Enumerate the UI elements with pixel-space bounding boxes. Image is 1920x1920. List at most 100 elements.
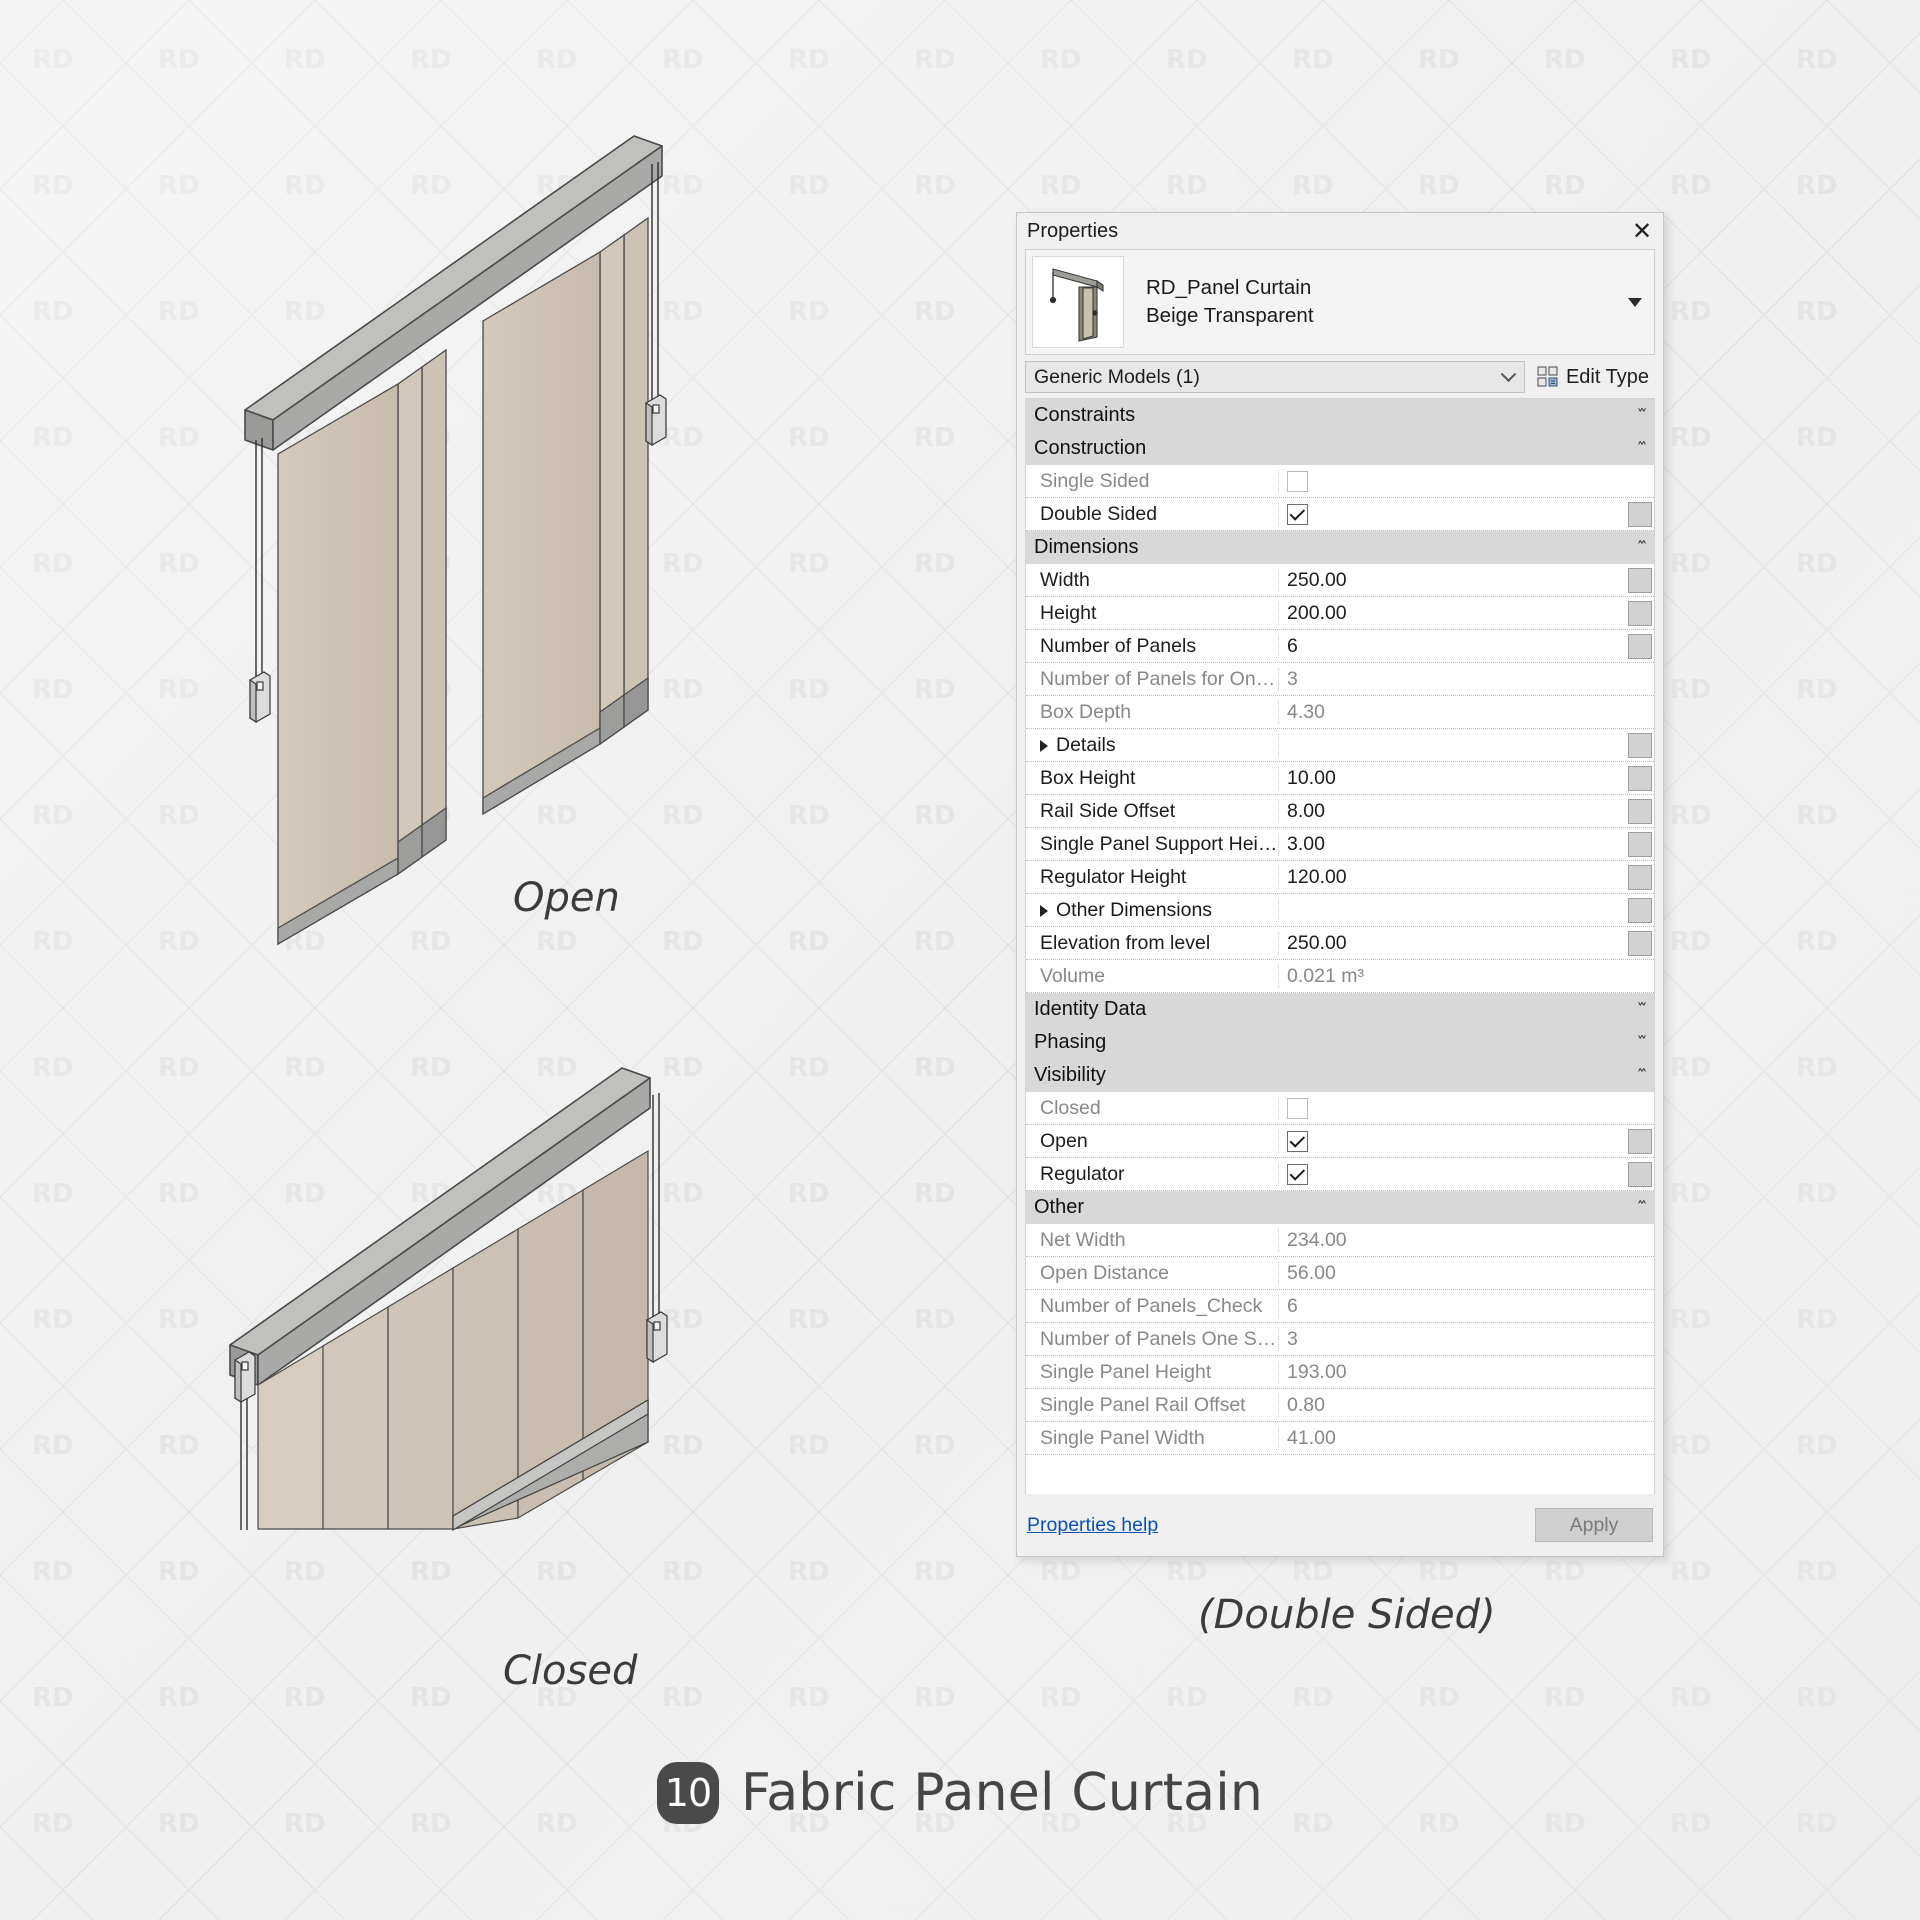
checkbox[interactable] bbox=[1287, 1131, 1308, 1152]
property-value[interactable]: 120.00 bbox=[1279, 866, 1654, 889]
property-section-header[interactable]: Constraints ˅˅ bbox=[1026, 399, 1654, 432]
checkbox[interactable] bbox=[1287, 504, 1308, 525]
property-section-header[interactable]: Other ˄˄ bbox=[1026, 1191, 1654, 1224]
property-row[interactable]: Elevation from level 250.00 bbox=[1026, 927, 1654, 960]
property-section-header[interactable]: Visibility ˄˄ bbox=[1026, 1059, 1654, 1092]
viewport-open-label: Open bbox=[513, 875, 620, 921]
property-row: Box Depth 4.30 bbox=[1026, 696, 1654, 729]
triangle-right-icon[interactable] bbox=[1040, 739, 1048, 752]
category-select[interactable]: Generic Models (1) bbox=[1025, 361, 1525, 393]
value-stepper-button[interactable] bbox=[1628, 1162, 1652, 1187]
viewport-closed-label: Closed bbox=[503, 1648, 638, 1694]
caption-title: Fabric Panel Curtain bbox=[740, 1763, 1264, 1823]
property-label: Single Sided bbox=[1026, 470, 1279, 493]
type-selector[interactable]: RD_Panel Curtain Beige Transparent bbox=[1025, 249, 1655, 355]
value-stepper-button[interactable] bbox=[1628, 733, 1652, 758]
checkbox[interactable] bbox=[1287, 1164, 1308, 1185]
value-stepper-button[interactable] bbox=[1628, 634, 1652, 659]
property-row[interactable]: Box Height 10.00 bbox=[1026, 762, 1654, 795]
property-value[interactable]: 10.00 bbox=[1279, 767, 1654, 790]
property-row[interactable]: Regulator bbox=[1026, 1158, 1654, 1191]
property-row[interactable]: Rail Side Offset 8.00 bbox=[1026, 795, 1654, 828]
property-section-label: Visibility bbox=[1034, 1064, 1106, 1086]
value-stepper-button[interactable] bbox=[1628, 1129, 1652, 1154]
collapse-icon[interactable]: ˄˄ bbox=[1637, 1201, 1647, 1214]
value-stepper-button[interactable] bbox=[1628, 568, 1652, 593]
property-value[interactable]: 250.00 bbox=[1279, 569, 1654, 592]
type-instance-name: Beige Transparent bbox=[1146, 304, 1314, 327]
expand-icon[interactable]: ˅˅ bbox=[1637, 1003, 1647, 1016]
property-value[interactable] bbox=[1279, 504, 1654, 525]
collapse-icon[interactable]: ˄˄ bbox=[1637, 442, 1647, 455]
property-section-header[interactable]: Phasing ˅˅ bbox=[1026, 1026, 1654, 1059]
properties-help-link[interactable]: Properties help bbox=[1027, 1514, 1158, 1537]
property-section-label: Construction bbox=[1034, 437, 1147, 459]
property-label: Box Height bbox=[1026, 767, 1279, 790]
property-value[interactable] bbox=[1279, 1164, 1654, 1185]
category-row: Generic Models (1) Edit Type bbox=[1025, 361, 1655, 393]
property-value[interactable]: 250.00 bbox=[1279, 932, 1654, 955]
properties-palette: Properties ✕ RD_Panel Curtain Beige Tran… bbox=[1016, 212, 1664, 1557]
property-row[interactable]: Double Sided bbox=[1026, 498, 1654, 531]
panel-group-left-open bbox=[277, 348, 447, 946]
apply-label: Apply bbox=[1569, 1513, 1619, 1536]
property-value: 6 bbox=[1287, 1295, 1298, 1317]
apply-button[interactable]: Apply bbox=[1535, 1508, 1653, 1542]
property-value[interactable]: 3.00 bbox=[1279, 833, 1654, 856]
panel-group-right-open bbox=[482, 216, 649, 816]
viewport-closed bbox=[200, 890, 900, 1532]
property-label: Number of Panels for One Side bbox=[1026, 668, 1279, 691]
palette-title: Properties bbox=[1027, 219, 1119, 242]
value-stepper-button[interactable] bbox=[1628, 502, 1652, 527]
viewport-open bbox=[200, 120, 900, 946]
value-stepper-button[interactable] bbox=[1628, 898, 1652, 923]
property-row: Number of Panels One Side_C... 3 bbox=[1026, 1323, 1654, 1356]
expand-icon[interactable]: ˅˅ bbox=[1637, 1036, 1647, 1049]
property-row[interactable]: Single Panel Support Height 3.00 bbox=[1026, 828, 1654, 861]
value-stepper-button[interactable] bbox=[1628, 931, 1652, 956]
property-section-header[interactable]: Identity Data ˅˅ bbox=[1026, 993, 1654, 1026]
checkbox bbox=[1287, 471, 1308, 492]
property-row[interactable]: Other Dimensions bbox=[1026, 894, 1654, 927]
figure-caption: 10 Fabric Panel Curtain bbox=[0, 1762, 1920, 1824]
value-stepper-button[interactable] bbox=[1628, 799, 1652, 824]
value-stepper-button[interactable] bbox=[1628, 766, 1652, 791]
edit-type-button[interactable]: Edit Type bbox=[1525, 361, 1655, 393]
value-stepper-button[interactable] bbox=[1628, 601, 1652, 626]
property-row[interactable]: Details bbox=[1026, 729, 1654, 762]
property-row: Single Panel Height 193.00 bbox=[1026, 1356, 1654, 1389]
property-label: Width bbox=[1026, 569, 1279, 592]
value-stepper-button[interactable] bbox=[1628, 865, 1652, 890]
property-label: Net Width bbox=[1026, 1229, 1279, 1252]
property-section-header[interactable]: Dimensions ˄˄ bbox=[1026, 531, 1654, 564]
value-stepper-button[interactable] bbox=[1628, 832, 1652, 857]
property-value[interactable]: 6 bbox=[1279, 635, 1654, 658]
property-row[interactable]: Open bbox=[1026, 1125, 1654, 1158]
collapse-icon[interactable]: ˄˄ bbox=[1637, 1069, 1647, 1082]
property-section-label: Constraints bbox=[1034, 404, 1136, 426]
property-label: Single Panel Width bbox=[1026, 1427, 1279, 1450]
property-value[interactable] bbox=[1279, 1131, 1654, 1152]
expand-icon[interactable]: ˅˅ bbox=[1637, 409, 1647, 422]
property-value[interactable]: 200.00 bbox=[1279, 602, 1654, 625]
property-row[interactable]: Number of Panels 6 bbox=[1026, 630, 1654, 663]
property-row[interactable]: Regulator Height 120.00 bbox=[1026, 861, 1654, 894]
property-label: Number of Panels bbox=[1026, 635, 1279, 658]
triangle-right-icon[interactable] bbox=[1040, 904, 1048, 917]
property-section-label: Dimensions bbox=[1034, 536, 1139, 558]
property-label: Height bbox=[1026, 602, 1279, 625]
property-label: Elevation from level bbox=[1026, 932, 1279, 955]
chevron-down-icon[interactable] bbox=[1628, 297, 1642, 307]
collapse-icon[interactable]: ˄˄ bbox=[1637, 541, 1647, 554]
property-label: Open bbox=[1026, 1130, 1279, 1153]
property-section-header[interactable]: Construction ˄˄ bbox=[1026, 432, 1654, 465]
property-label: Number of Panels_Check bbox=[1026, 1295, 1279, 1318]
close-icon[interactable]: ✕ bbox=[1627, 217, 1657, 245]
property-row[interactable]: Width 250.00 bbox=[1026, 564, 1654, 597]
property-value[interactable]: 8.00 bbox=[1279, 800, 1654, 823]
chevron-down-icon bbox=[1500, 366, 1517, 383]
regulator-handle-left-closed bbox=[234, 1351, 256, 1404]
property-row: Single Panel Width 41.00 bbox=[1026, 1422, 1654, 1455]
property-row[interactable]: Height 200.00 bbox=[1026, 597, 1654, 630]
property-label: Closed bbox=[1026, 1097, 1279, 1120]
